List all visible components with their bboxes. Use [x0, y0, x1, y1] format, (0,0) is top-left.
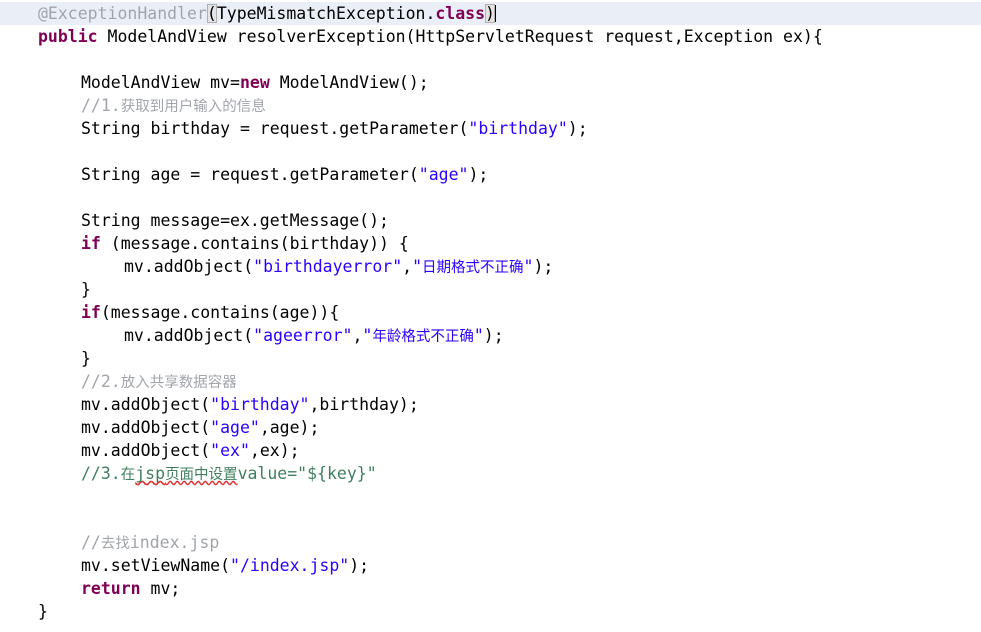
code-token: );: [468, 165, 489, 184]
string-literal-token: ": [362, 326, 373, 345]
comment-token: index.jsp: [129, 533, 220, 552]
line-close-if-age[interactable]: }: [0, 347, 981, 370]
code-token: mv;: [140, 579, 181, 598]
line-blank-5[interactable]: [0, 508, 981, 531]
line-blank-4[interactable]: [0, 485, 981, 508]
code-token: mv.addObject(: [124, 257, 254, 276]
code-token: String birthday = request.getParameter(: [81, 119, 469, 138]
line-get-message[interactable]: String message=ex.getMessage();: [0, 209, 981, 232]
string-literal-token: "birthday": [468, 119, 568, 138]
keyword-token: public: [38, 27, 98, 46]
comment-token: //1.: [81, 96, 121, 115]
code-token: mv.addObject(: [81, 441, 211, 460]
code-token: );: [349, 556, 370, 575]
comment-token: //3.: [81, 464, 121, 483]
line-comment-3[interactable]: //3.在jsp页面中设置value="${key}": [0, 462, 981, 485]
line-add-ageerror[interactable]: mv.addObject("ageerror","年龄格式不正确");: [0, 324, 981, 347]
line-add-age[interactable]: mv.addObject("age",age);: [0, 416, 981, 439]
string-literal-token: 日期格式不正确: [422, 260, 524, 276]
code-token: ,: [402, 257, 413, 276]
annotation-token: @ExceptionHandler: [38, 4, 207, 23]
string-literal-token: "birthday": [210, 395, 310, 414]
bracket-match-token: ): [485, 4, 495, 23]
text-caret: [494, 5, 496, 22]
line-blank-1[interactable]: [0, 48, 981, 71]
string-literal-token: "age": [418, 165, 469, 184]
code-token: }: [81, 349, 91, 368]
string-literal-token: "age": [210, 418, 260, 437]
code-token: ,birthday);: [309, 395, 419, 414]
line-if-age[interactable]: if(message.contains(age)){: [0, 301, 981, 324]
line-method-signature[interactable]: public ModelAndView resolverException(Ht…: [0, 25, 981, 48]
code-token: ModelAndView resolverException(HttpServl…: [97, 27, 823, 46]
line-get-age[interactable]: String age = request.getParameter("age")…: [0, 163, 981, 186]
string-literal-token: ": [473, 326, 484, 345]
code-token: );: [483, 326, 504, 345]
code-token: String age = request.getParameter(: [81, 165, 419, 184]
string-literal-token: "birthdayerror": [253, 257, 403, 276]
line-blank-2[interactable]: [0, 140, 981, 163]
comment-token: jsp: [135, 464, 166, 483]
line-annotation[interactable]: @ExceptionHandler(TypeMismatchException.…: [0, 2, 981, 25]
code-token: );: [567, 119, 588, 138]
code-token: mv.setViewName(: [81, 556, 231, 575]
comment-token: 放入共享数据容器: [120, 375, 237, 391]
code-token: }: [38, 602, 48, 621]
code-token: ModelAndView mv=: [81, 73, 240, 92]
string-literal-token: 年龄格式不正确: [372, 329, 474, 345]
keyword-token: if: [81, 234, 101, 253]
line-close-if-birthday[interactable]: }: [0, 278, 981, 301]
line-close-method[interactable]: }: [0, 600, 981, 623]
bracket-match-token: (: [206, 4, 217, 23]
comment-token: 页面中设置: [165, 467, 238, 483]
line-blank-3[interactable]: [0, 186, 981, 209]
keyword-token: class: [435, 4, 486, 23]
string-literal-token: ": [412, 257, 423, 276]
code-token: mv.addObject(: [81, 418, 211, 437]
code-token: }: [81, 280, 91, 299]
comment-token: 在: [120, 467, 136, 483]
string-literal-token: "ageerror": [253, 326, 353, 345]
line-add-ex[interactable]: mv.addObject("ex",ex);: [0, 439, 981, 462]
code-token: ModelAndView();: [269, 73, 429, 92]
line-add-birthdayerror[interactable]: mv.addObject("birthdayerror","日期格式不正确");: [0, 255, 981, 278]
line-get-birthday[interactable]: String birthday = request.getParameter("…: [0, 117, 981, 140]
code-token: (message.contains(birthday)) {: [100, 234, 409, 253]
keyword-token: if: [81, 303, 101, 322]
code-token: mv.addObject(: [124, 326, 254, 345]
comment-token: 获取到用户输入的信息: [120, 99, 266, 115]
string-literal-token: "/index.jsp": [230, 556, 350, 575]
code-token: (message.contains(age)){: [100, 303, 340, 322]
comment-token: 去找: [100, 536, 130, 552]
code-token: String message=ex.getMessage();: [81, 211, 389, 230]
line-add-birthday[interactable]: mv.addObject("birthday",birthday);: [0, 393, 981, 416]
string-literal-token: "ex": [210, 441, 250, 460]
line-comment-2[interactable]: //2.放入共享数据容器: [0, 370, 981, 393]
line-comment-4[interactable]: //去找index.jsp: [0, 531, 981, 554]
code-token: ,ex);: [249, 441, 300, 460]
code-editor[interactable]: @ExceptionHandler(TypeMismatchException.…: [0, 0, 981, 632]
code-token: mv.addObject(: [81, 395, 211, 414]
line-new-modelandview[interactable]: ModelAndView mv=new ModelAndView();: [0, 71, 981, 94]
line-setviewname[interactable]: mv.setViewName("/index.jsp");: [0, 554, 981, 577]
keyword-token: new: [239, 73, 270, 92]
code-token: );: [533, 257, 554, 276]
keyword-token: return: [81, 579, 141, 598]
comment-token: value="${key}": [237, 464, 377, 483]
comment-token: //2.: [81, 372, 121, 391]
string-literal-token: ": [523, 257, 534, 276]
code-token: ,: [352, 326, 363, 345]
comment-token: //: [81, 533, 101, 552]
code-token: TypeMismatchException.: [216, 4, 436, 23]
line-return[interactable]: return mv;: [0, 577, 981, 600]
code-token: ,age);: [259, 418, 320, 437]
line-comment-1[interactable]: //1.获取到用户输入的信息: [0, 94, 981, 117]
line-if-birthday[interactable]: if (message.contains(birthday)) {: [0, 232, 981, 255]
